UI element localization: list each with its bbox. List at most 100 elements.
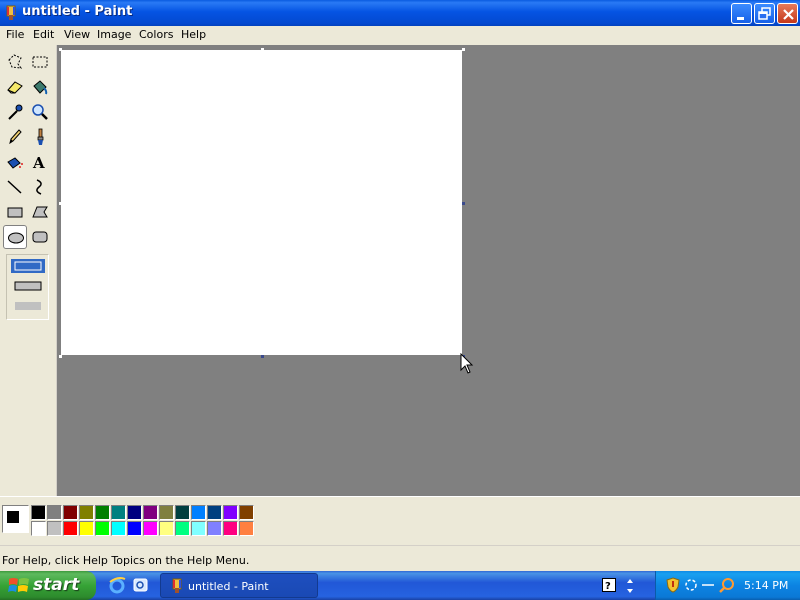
palette-swatch[interactable] <box>175 505 190 520</box>
ellipse-icon <box>8 232 24 244</box>
start-label: start <box>33 575 80 595</box>
pick-color-tool[interactable] <box>3 100 27 124</box>
line-tool[interactable] <box>3 175 27 199</box>
select-tool[interactable] <box>28 50 52 74</box>
pencil-tool[interactable] <box>3 125 27 149</box>
palette-swatch[interactable] <box>95 521 110 536</box>
palette-swatch[interactable] <box>207 521 222 536</box>
resize-handle-top-right <box>462 48 465 51</box>
palette-swatch[interactable] <box>239 521 254 536</box>
magnifier-icon <box>32 104 48 120</box>
connection-icon[interactable] <box>701 581 715 589</box>
palette-swatch[interactable] <box>47 505 62 520</box>
airbrush-icon <box>7 157 23 169</box>
rectangle-icon <box>7 207 23 218</box>
menu-edit[interactable]: Edit <box>33 28 54 41</box>
eraser-icon <box>7 81 23 94</box>
resize-handle-top-left <box>59 48 62 51</box>
paint-taskbar-icon <box>172 578 182 593</box>
restore-button[interactable] <box>754 3 775 24</box>
resize-handle-bottom[interactable] <box>261 355 264 358</box>
internet-explorer-icon[interactable] <box>108 576 126 594</box>
ellipse-tool[interactable] <box>3 225 27 249</box>
free-form-select-icon <box>8 54 23 69</box>
rounded-rectangle-tool[interactable] <box>28 225 52 249</box>
polygon-icon <box>32 206 48 218</box>
search-icon[interactable] <box>718 577 736 593</box>
resize-handle-top <box>261 48 264 51</box>
taskbar-paint-button[interactable]: untitled - Paint <box>160 573 318 598</box>
minimize-button[interactable] <box>731 3 752 24</box>
menu-bar: File Edit View Image Colors Help <box>0 26 800 45</box>
security-shield-icon[interactable] <box>666 577 680 593</box>
palette-swatch[interactable] <box>63 521 78 536</box>
palette-swatch[interactable] <box>111 521 126 536</box>
eraser-tool[interactable] <box>3 75 27 99</box>
palette-swatch[interactable] <box>47 521 62 536</box>
palette-swatch[interactable] <box>223 505 238 520</box>
rounded-rectangle-icon <box>32 231 48 243</box>
show-desktop-icon[interactable] <box>132 576 150 594</box>
text-tool[interactable]: A <box>28 150 52 174</box>
palette-swatch[interactable] <box>79 521 94 536</box>
palette-swatch[interactable] <box>207 505 222 520</box>
resize-handle-bottom-left <box>59 355 62 358</box>
airbrush-tool[interactable] <box>3 150 27 174</box>
rectangle-tool[interactable] <box>3 200 27 224</box>
help-icon[interactable]: ? <box>602 578 616 592</box>
pencil-icon <box>9 129 22 145</box>
palette-swatch[interactable] <box>79 505 94 520</box>
palette-swatch[interactable] <box>63 505 78 520</box>
palette-swatch[interactable] <box>31 505 46 520</box>
free-form-select-tool[interactable] <box>3 50 27 74</box>
palette-swatch[interactable] <box>159 505 174 520</box>
palette-swatch[interactable] <box>111 505 126 520</box>
brush-tool[interactable] <box>28 125 52 149</box>
palette-swatch[interactable] <box>239 505 254 520</box>
palette-swatch[interactable] <box>143 521 158 536</box>
menu-file[interactable]: File <box>6 28 24 41</box>
menu-image[interactable]: Image <box>97 28 131 41</box>
fill-option-fill-only[interactable] <box>11 299 45 313</box>
palette-swatch[interactable] <box>95 505 110 520</box>
menu-colors[interactable]: Colors <box>139 28 173 41</box>
menu-help[interactable]: Help <box>181 28 206 41</box>
palette-swatch[interactable] <box>127 521 142 536</box>
fill-tool[interactable] <box>28 75 52 99</box>
palette-swatch[interactable] <box>175 521 190 536</box>
palette-swatch[interactable] <box>159 521 174 536</box>
curve-tool[interactable] <box>28 175 52 199</box>
fill-style-options <box>6 254 49 320</box>
paint-app-icon[interactable] <box>4 5 18 21</box>
palette-swatch[interactable] <box>223 521 238 536</box>
palette-swatch[interactable] <box>191 521 206 536</box>
fill-option-outline-fill[interactable] <box>11 279 45 293</box>
palette-swatch[interactable] <box>31 521 46 536</box>
select-icon <box>32 56 48 68</box>
palette-swatch[interactable] <box>143 505 158 520</box>
network-icon[interactable] <box>683 577 699 593</box>
line-icon <box>7 180 22 194</box>
taskbar-paint-label: untitled - Paint <box>188 580 269 593</box>
quick-launch <box>104 576 152 596</box>
taskbar: start untitled - Paint ? 5:14 PM <box>0 571 800 600</box>
svg-text:?: ? <box>605 581 611 592</box>
menu-view[interactable]: View <box>64 28 90 41</box>
current-colors[interactable] <box>2 505 29 533</box>
fill-option-outline[interactable] <box>11 259 45 273</box>
canvas-workspace[interactable] <box>57 45 800 496</box>
palette-swatch[interactable] <box>127 505 142 520</box>
magnifier-tool[interactable] <box>28 100 52 124</box>
title-bar[interactable]: untitled - Paint <box>0 0 800 26</box>
drawing-canvas[interactable] <box>61 50 462 355</box>
close-button[interactable] <box>777 3 798 24</box>
resize-handle-left <box>59 202 62 205</box>
polygon-tool[interactable] <box>28 200 52 224</box>
foreground-color-swatch[interactable] <box>6 510 20 524</box>
resize-handle-right[interactable] <box>462 202 465 205</box>
language-bar-arrows-icon[interactable] <box>624 577 636 595</box>
palette-swatch[interactable] <box>191 505 206 520</box>
svg-text:A: A <box>32 154 45 172</box>
system-tray: 5:14 PM <box>655 571 800 600</box>
start-button[interactable]: start <box>0 571 96 600</box>
